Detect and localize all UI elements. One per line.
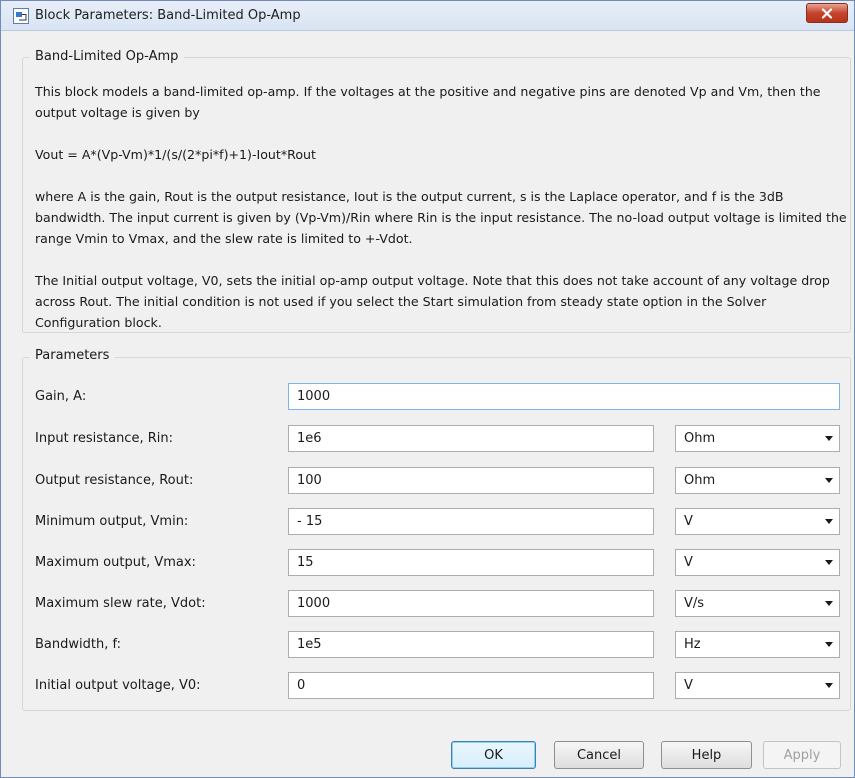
minimum-output-label: Minimum output, Vmin: bbox=[35, 514, 189, 529]
help-button[interactable]: Help bbox=[661, 741, 752, 769]
slew-rate-label: Maximum slew rate, Vdot: bbox=[35, 596, 206, 611]
minimum-output-unit-select[interactable]: V bbox=[675, 508, 840, 535]
input-resistance-unit-select[interactable]: Ohm bbox=[675, 425, 840, 452]
chevron-down-icon bbox=[825, 478, 833, 483]
title-bar[interactable]: Block Parameters: Band-Limited Op-Amp bbox=[1, 1, 854, 31]
output-resistance-input[interactable] bbox=[288, 467, 654, 494]
initial-voltage-unit-select[interactable]: V bbox=[675, 672, 840, 699]
unit-value: V/s bbox=[684, 596, 705, 611]
window-title: Block Parameters: Band-Limited Op-Amp bbox=[35, 8, 301, 23]
description-equation: Vout = A*(Vp-Vm)*1/(s/(2*pi*f)+1)-Iout*R… bbox=[35, 147, 316, 162]
close-icon bbox=[821, 7, 833, 19]
cancel-button[interactable]: Cancel bbox=[554, 741, 644, 769]
maximum-output-label: Maximum output, Vmax: bbox=[35, 555, 196, 570]
initial-voltage-input[interactable] bbox=[288, 672, 654, 699]
close-button[interactable] bbox=[806, 3, 848, 23]
bandwidth-unit-select[interactable]: Hz bbox=[675, 631, 840, 658]
chevron-down-icon bbox=[825, 436, 833, 441]
unit-value: V bbox=[684, 514, 693, 529]
simulink-block-icon bbox=[13, 8, 29, 24]
output-resistance-unit-select[interactable]: Ohm bbox=[675, 467, 840, 494]
chevron-down-icon bbox=[825, 560, 833, 565]
chevron-down-icon bbox=[825, 642, 833, 647]
unit-value: Ohm bbox=[684, 431, 716, 446]
slew-rate-input[interactable] bbox=[288, 590, 654, 617]
unit-value: V bbox=[684, 555, 693, 570]
description-paragraph: where A is the gain, Rout is the output … bbox=[35, 189, 847, 246]
gain-label: Gain, A: bbox=[35, 389, 87, 404]
output-resistance-label: Output resistance, Rout: bbox=[35, 473, 194, 488]
chevron-down-icon bbox=[825, 601, 833, 606]
unit-value: V bbox=[684, 678, 693, 693]
description-paragraph: The Initial output voltage, V0, sets the… bbox=[35, 273, 830, 330]
description-legend: Band-Limited Op-Amp bbox=[29, 49, 185, 64]
maximum-output-input[interactable] bbox=[288, 549, 654, 576]
chevron-down-icon bbox=[825, 519, 833, 524]
initial-voltage-label: Initial output voltage, V0: bbox=[35, 678, 201, 693]
description-paragraph: This block models a band-limited op-amp.… bbox=[35, 84, 821, 120]
parameters-legend: Parameters bbox=[29, 348, 116, 363]
gain-input[interactable] bbox=[288, 383, 840, 410]
minimum-output-input[interactable] bbox=[288, 508, 654, 535]
bandwidth-label: Bandwidth, f: bbox=[35, 637, 121, 652]
chevron-down-icon bbox=[825, 683, 833, 688]
maximum-output-unit-select[interactable]: V bbox=[675, 549, 840, 576]
ok-button[interactable]: OK bbox=[451, 741, 536, 769]
slew-rate-unit-select[interactable]: V/s bbox=[675, 590, 840, 617]
input-resistance-input[interactable] bbox=[288, 425, 654, 452]
bandwidth-input[interactable] bbox=[288, 631, 654, 658]
unit-value: Hz bbox=[684, 637, 701, 652]
dialog-window: Block Parameters: Band-Limited Op-Amp Ba… bbox=[0, 0, 855, 778]
unit-value: Ohm bbox=[684, 473, 716, 488]
apply-button[interactable]: Apply bbox=[763, 741, 841, 769]
input-resistance-label: Input resistance, Rin: bbox=[35, 431, 173, 446]
